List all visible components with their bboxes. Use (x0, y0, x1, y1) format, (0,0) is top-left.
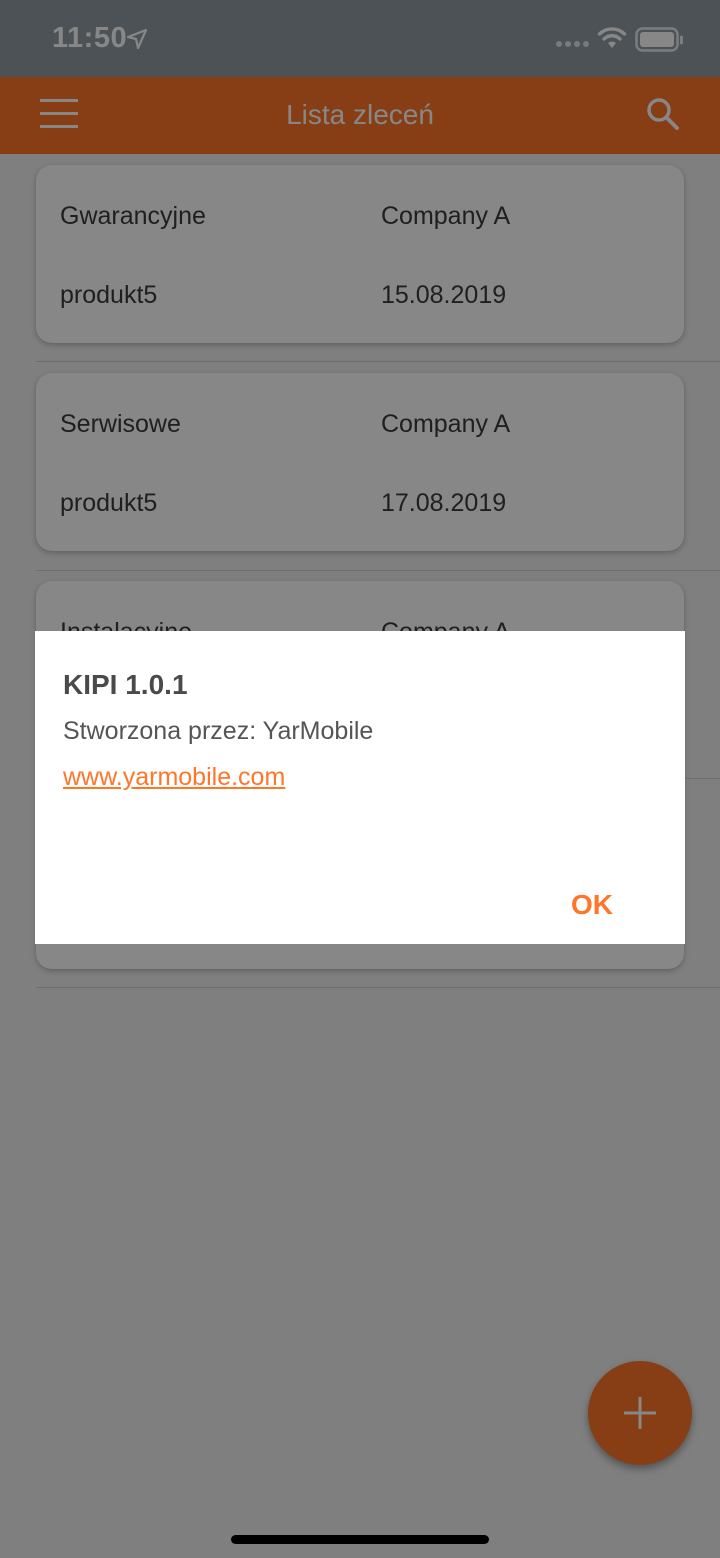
dialog-body: Stworzona przez: YarMobile (63, 717, 374, 745)
about-dialog: KIPI 1.0.1 Stworzona przez: YarMobile ww… (35, 631, 685, 944)
ok-button[interactable]: OK (571, 889, 613, 921)
website-link[interactable]: www.yarmobile.com (63, 763, 285, 792)
dialog-title: KIPI 1.0.1 (63, 669, 188, 700)
home-indicator[interactable] (231, 1535, 489, 1544)
